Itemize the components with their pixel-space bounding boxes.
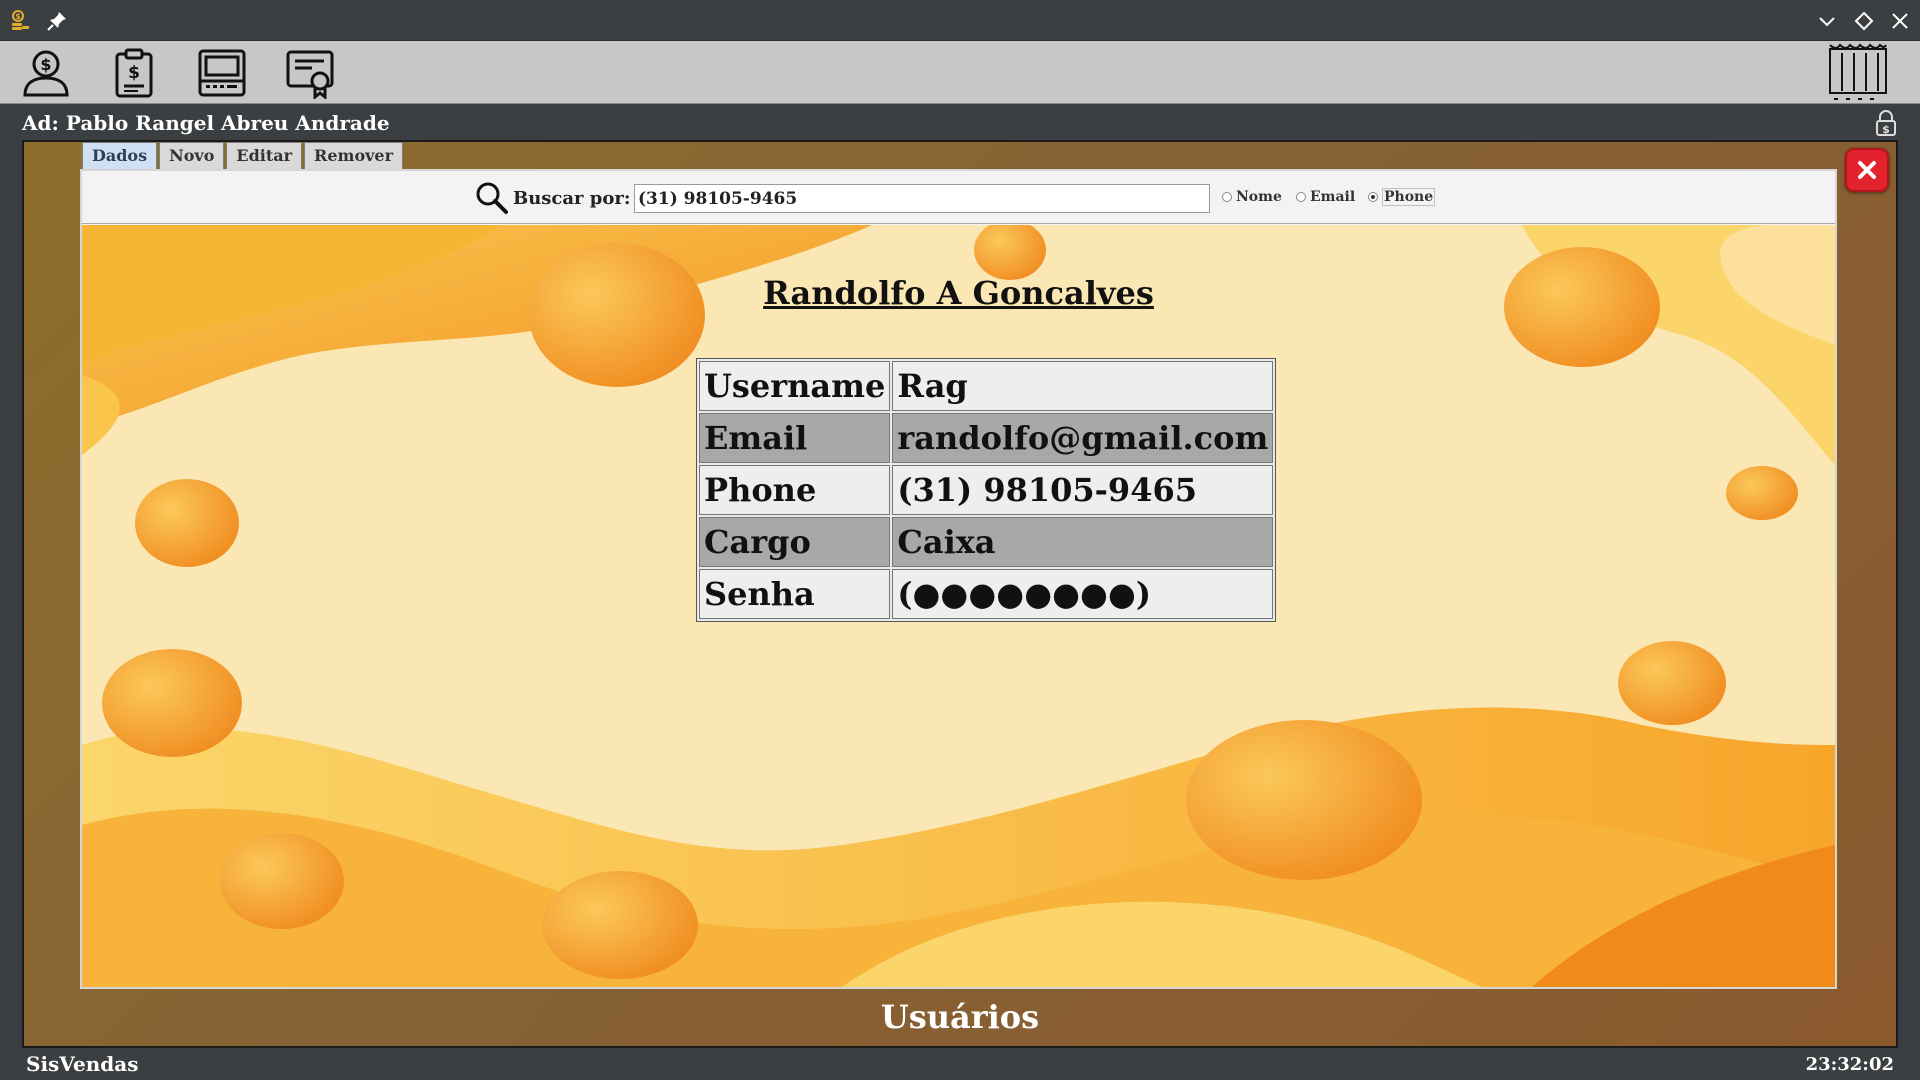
radio-dot <box>1368 192 1378 202</box>
close-icon[interactable] <box>1887 8 1913 34</box>
row-value-username: Rag <box>892 361 1274 411</box>
main-toolbar: $ $ <box>0 41 1920 104</box>
tab-dados[interactable]: Dados <box>82 142 158 169</box>
svg-text:$: $ <box>128 63 140 83</box>
table-row: Cargo Caixa <box>699 517 1274 567</box>
radio-phone[interactable]: Phone <box>1368 188 1436 209</box>
row-key-cargo: Cargo <box>699 517 891 567</box>
cash-register-icon <box>198 49 246 97</box>
table-row: Username Rag <box>699 361 1274 411</box>
row-value-senha[interactable]: (●●●●●●●●) <box>892 569 1274 619</box>
pin-icon[interactable] <box>45 9 69 33</box>
clipboard-dollar-icon: $ <box>115 48 153 98</box>
admin-bar: Ad: Pablo Rangel Abreu Andrade $ <box>0 105 1920 140</box>
svg-text:$: $ <box>1882 123 1890 136</box>
reports-tool-button[interactable] <box>284 47 336 101</box>
tab-panel: Buscar por: Nome Email Phone <box>80 169 1837 989</box>
section-title: Usuários <box>880 998 1040 1036</box>
table-row: Email randolfo@gmail.com <box>699 413 1274 463</box>
row-value-email: randolfo@gmail.com <box>892 413 1274 463</box>
close-panel-button[interactable] <box>1845 148 1889 192</box>
svg-text:$: $ <box>40 55 51 74</box>
row-key-phone: Phone <box>699 465 891 515</box>
certificate-icon <box>286 50 334 101</box>
radio-nome[interactable]: Nome <box>1222 189 1282 209</box>
search-bar: Buscar por: Nome Email Phone <box>82 171 1835 224</box>
table-row: Phone (31) 98105-9465 <box>699 465 1274 515</box>
tab-strip: Dados Novo Editar Remover <box>82 142 405 169</box>
radio-label: Email <box>1310 189 1356 205</box>
table-row: Senha (●●●●●●●●) <box>699 569 1274 619</box>
tab-editar[interactable]: Editar <box>226 142 303 169</box>
radio-label: Nome <box>1236 189 1282 205</box>
row-key-senha: Senha <box>699 569 891 619</box>
radio-label: Phone <box>1382 188 1436 206</box>
tab-remover[interactable]: Remover <box>304 142 404 169</box>
user-details-area: Randolfo A Goncalves Username Rag Email … <box>82 225 1835 987</box>
app-coins-icon: $ <box>12 10 29 30</box>
maximize-icon[interactable] <box>1851 8 1877 34</box>
building-icon[interactable] <box>1824 41 1890 101</box>
status-bar: SisVendas 23:32:02 <box>0 1048 1920 1080</box>
user-info-table: Username Rag Email randolfo@gmail.com Ph… <box>696 358 1277 622</box>
user-money-icon: $ <box>23 50 69 97</box>
admin-name-label: Ad: Pablo Rangel Abreu Andrade <box>22 111 390 135</box>
minimize-icon[interactable] <box>1814 8 1840 34</box>
sales-tool-button[interactable]: $ <box>108 47 160 99</box>
svg-text:$: $ <box>15 12 21 21</box>
clock-label: 23:32:02 <box>1805 1054 1894 1075</box>
app-name-label: SisVendas <box>26 1052 139 1076</box>
close-x-icon <box>1858 161 1876 179</box>
search-label: Buscar por: <box>513 188 631 209</box>
row-key-email: Email <box>699 413 891 463</box>
radio-dot <box>1222 192 1232 202</box>
radio-email[interactable]: Email <box>1296 189 1355 209</box>
window-title-bar: $ <box>0 0 1920 41</box>
search-input[interactable] <box>634 184 1210 213</box>
tab-novo[interactable]: Novo <box>159 142 225 169</box>
register-tool-button[interactable] <box>196 47 248 99</box>
row-value-cargo: Caixa <box>892 517 1274 567</box>
radio-dot <box>1296 192 1306 202</box>
row-value-phone: (31) 98105-9465 <box>892 465 1274 515</box>
users-tool-button[interactable]: $ <box>20 47 72 99</box>
logout-lock-icon[interactable]: $ <box>1872 109 1900 137</box>
row-key-username: Username <box>699 361 891 411</box>
user-full-name: Randolfo A Goncalves <box>763 274 1154 312</box>
search-icon <box>476 182 508 214</box>
